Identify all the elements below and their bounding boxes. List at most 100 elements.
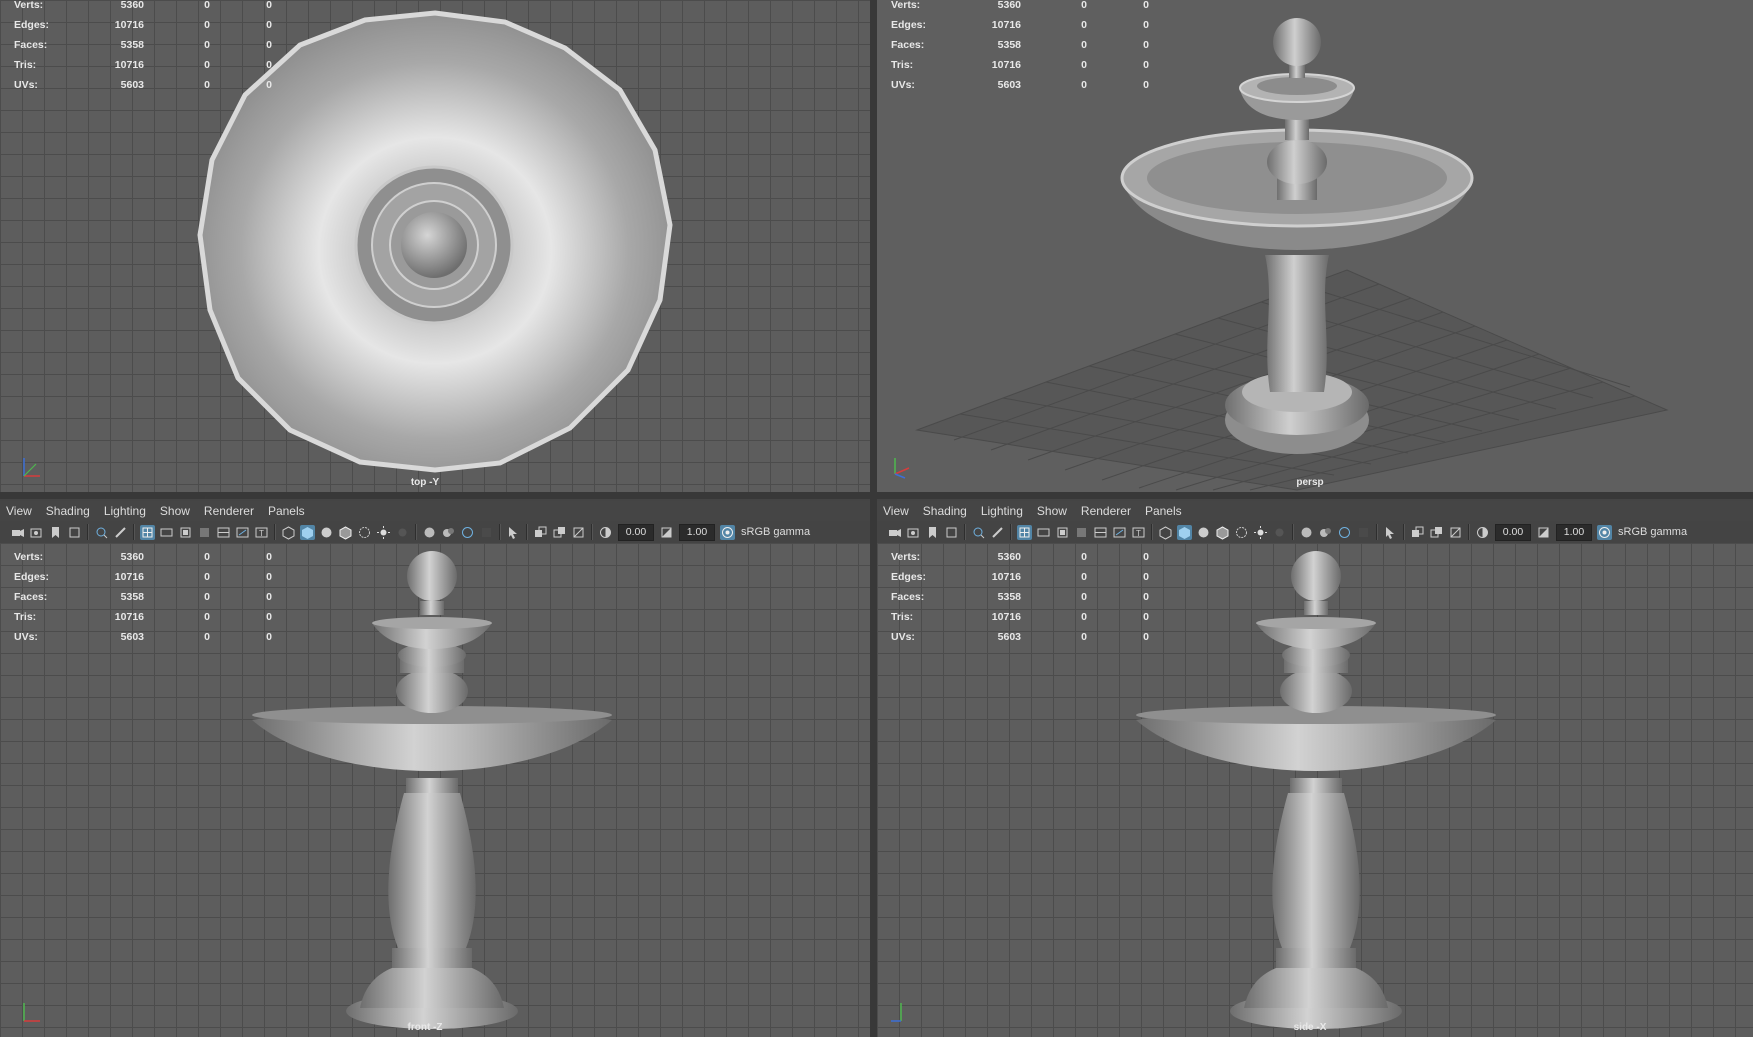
pane-divider-vertical[interactable]	[870, 0, 877, 1037]
menu-lighting[interactable]: Lighting	[104, 504, 146, 518]
grid-toggle-icon[interactable]	[1017, 524, 1032, 540]
hud-row: UVs: 5603 0 0	[891, 627, 1151, 647]
wireframe-icon[interactable]	[1158, 525, 1173, 540]
anti-aliasing-icon[interactable]	[460, 525, 475, 540]
gate-mask-icon[interactable]	[1074, 525, 1089, 540]
menu-panels[interactable]: Panels	[268, 504, 305, 518]
resolution-gate-icon[interactable]	[1055, 525, 1070, 540]
menu-show[interactable]: Show	[160, 504, 190, 518]
exposure-icon[interactable]	[598, 525, 613, 540]
xray-joints-icon[interactable]	[1410, 525, 1425, 540]
camera-select-icon[interactable]	[887, 525, 902, 540]
motion-blur-icon[interactable]	[441, 525, 456, 540]
exposure-icon[interactable]	[1475, 525, 1490, 540]
svg-text:T: T	[259, 529, 264, 538]
menu-view[interactable]: View	[6, 504, 32, 518]
camera-label: top -Y	[410, 477, 440, 488]
bookmark-icon[interactable]	[925, 525, 940, 540]
shadows-icon[interactable]	[395, 525, 410, 540]
default-material-icon[interactable]	[1196, 525, 1211, 540]
hud-stat-label: Verts:	[891, 0, 921, 11]
field-chart-icon[interactable]	[1093, 525, 1108, 540]
exposure-field[interactable]: 0.00	[1495, 523, 1531, 541]
shadows-icon[interactable]	[1272, 525, 1287, 540]
camera-select-icon[interactable]	[10, 525, 25, 540]
gate-mask-icon[interactable]	[197, 525, 212, 540]
wireframe-on-shaded-icon[interactable]	[1215, 525, 1230, 540]
xray-joints-icon[interactable]	[533, 525, 548, 540]
color-management-icon[interactable]	[1597, 524, 1612, 540]
2d-pan-zoom-icon[interactable]	[971, 525, 986, 540]
safe-action-icon[interactable]	[235, 525, 250, 540]
view-transform-label[interactable]: sRGB gamma	[1618, 526, 1687, 538]
field-chart-icon[interactable]	[216, 525, 231, 540]
viewport-persp[interactable]: Verts: 5360 0 0 Edges: 10716 0 0 Faces: 5358 0 0 Tri…	[877, 0, 1753, 492]
isolate-select-icon[interactable]	[506, 525, 521, 540]
panel-menu-bar-side: View Shading Lighting Show Renderer Pane…	[877, 501, 1753, 521]
camera-attributes-icon[interactable]	[29, 525, 44, 540]
grease-pencil-icon[interactable]	[113, 525, 128, 540]
bookmark-icon[interactable]	[48, 525, 63, 540]
menu-shading[interactable]: Shading	[923, 504, 967, 518]
menu-view[interactable]: View	[883, 504, 909, 518]
menu-shading[interactable]: Shading	[46, 504, 90, 518]
hud-stat-label: Faces:	[14, 591, 48, 603]
motion-blur-icon[interactable]	[1318, 525, 1333, 540]
safe-action-icon[interactable]	[1112, 525, 1127, 540]
lights-icon[interactable]	[376, 525, 391, 540]
pane-divider-horizontal[interactable]	[0, 492, 1753, 499]
anti-aliasing-icon[interactable]	[1337, 525, 1352, 540]
hud-row: Edges: 10716 0 0	[891, 15, 1151, 35]
ambient-occlusion-icon[interactable]	[422, 525, 437, 540]
menu-renderer[interactable]: Renderer	[1081, 504, 1131, 518]
backface-culling-icon[interactable]	[571, 525, 586, 540]
gamma-field[interactable]: 1.00	[679, 523, 715, 541]
hud-stat-selected: 0	[204, 39, 210, 51]
image-plane-icon[interactable]	[67, 525, 82, 540]
default-material-icon[interactable]	[319, 525, 334, 540]
gamma-icon[interactable]	[659, 525, 674, 540]
gamma-field[interactable]: 1.00	[1556, 523, 1592, 541]
hud-row: Verts: 5360 0 0	[14, 0, 274, 15]
xray-icon[interactable]	[357, 525, 372, 540]
hud-stat-component: 0	[1143, 39, 1149, 51]
wireframe-on-shaded-icon[interactable]	[338, 525, 353, 540]
hud-stat-object: 10716	[114, 611, 144, 623]
ambient-occlusion-icon[interactable]	[1299, 525, 1314, 540]
gamma-icon[interactable]	[1536, 525, 1551, 540]
hud-stat-component: 0	[266, 551, 272, 563]
image-plane-icon[interactable]	[944, 525, 959, 540]
safe-title-icon[interactable]: T	[254, 525, 269, 540]
xray-icon[interactable]	[1234, 525, 1249, 540]
viewport-side[interactable]: Verts: 5360 0 0 Edges: 10716 0 0 Faces: 5358 0 0 Tri…	[877, 543, 1753, 1037]
camera-attributes-icon[interactable]	[906, 525, 921, 540]
depth-of-field-icon[interactable]	[1356, 525, 1371, 540]
viewport-front[interactable]: Verts: 5360 0 0 Edges: 10716 0 0 Faces: 5358 0 0 Tri…	[0, 543, 870, 1037]
exposure-field[interactable]: 0.00	[618, 523, 654, 541]
color-management-icon[interactable]	[720, 524, 735, 540]
wireframe-icon[interactable]	[281, 525, 296, 540]
safe-title-icon[interactable]: T	[1131, 525, 1146, 540]
backface-culling-icon[interactable]	[1448, 525, 1463, 540]
xray-active-components-icon[interactable]	[1429, 525, 1444, 540]
poly-count-hud: Verts: 5360 0 0 Edges: 10716 0 0 Faces: 5358 0 0 Tri…	[891, 547, 1151, 647]
isolate-select-icon[interactable]	[1383, 525, 1398, 540]
xray-active-components-icon[interactable]	[552, 525, 567, 540]
menu-show[interactable]: Show	[1037, 504, 1067, 518]
viewport-top[interactable]: Verts: 5360 0 0 Edges: 10716 0 0 Faces: 5358 0 0 Tri…	[0, 0, 870, 492]
smooth-shade-icon[interactable]	[300, 524, 315, 540]
smooth-shade-icon[interactable]	[1177, 524, 1192, 540]
menu-panels[interactable]: Panels	[1145, 504, 1182, 518]
menu-lighting[interactable]: Lighting	[981, 504, 1023, 518]
resolution-gate-icon[interactable]	[178, 525, 193, 540]
film-gate-icon[interactable]	[1036, 525, 1051, 540]
depth-of-field-icon[interactable]	[479, 525, 494, 540]
view-transform-label[interactable]: sRGB gamma	[741, 526, 810, 538]
film-gate-icon[interactable]	[159, 525, 174, 540]
menu-renderer[interactable]: Renderer	[204, 504, 254, 518]
lights-icon[interactable]	[1253, 525, 1268, 540]
hud-stat-component: 0	[1143, 19, 1149, 31]
grease-pencil-icon[interactable]	[990, 525, 1005, 540]
grid-toggle-icon[interactable]	[140, 524, 155, 540]
2d-pan-zoom-icon[interactable]	[94, 525, 109, 540]
